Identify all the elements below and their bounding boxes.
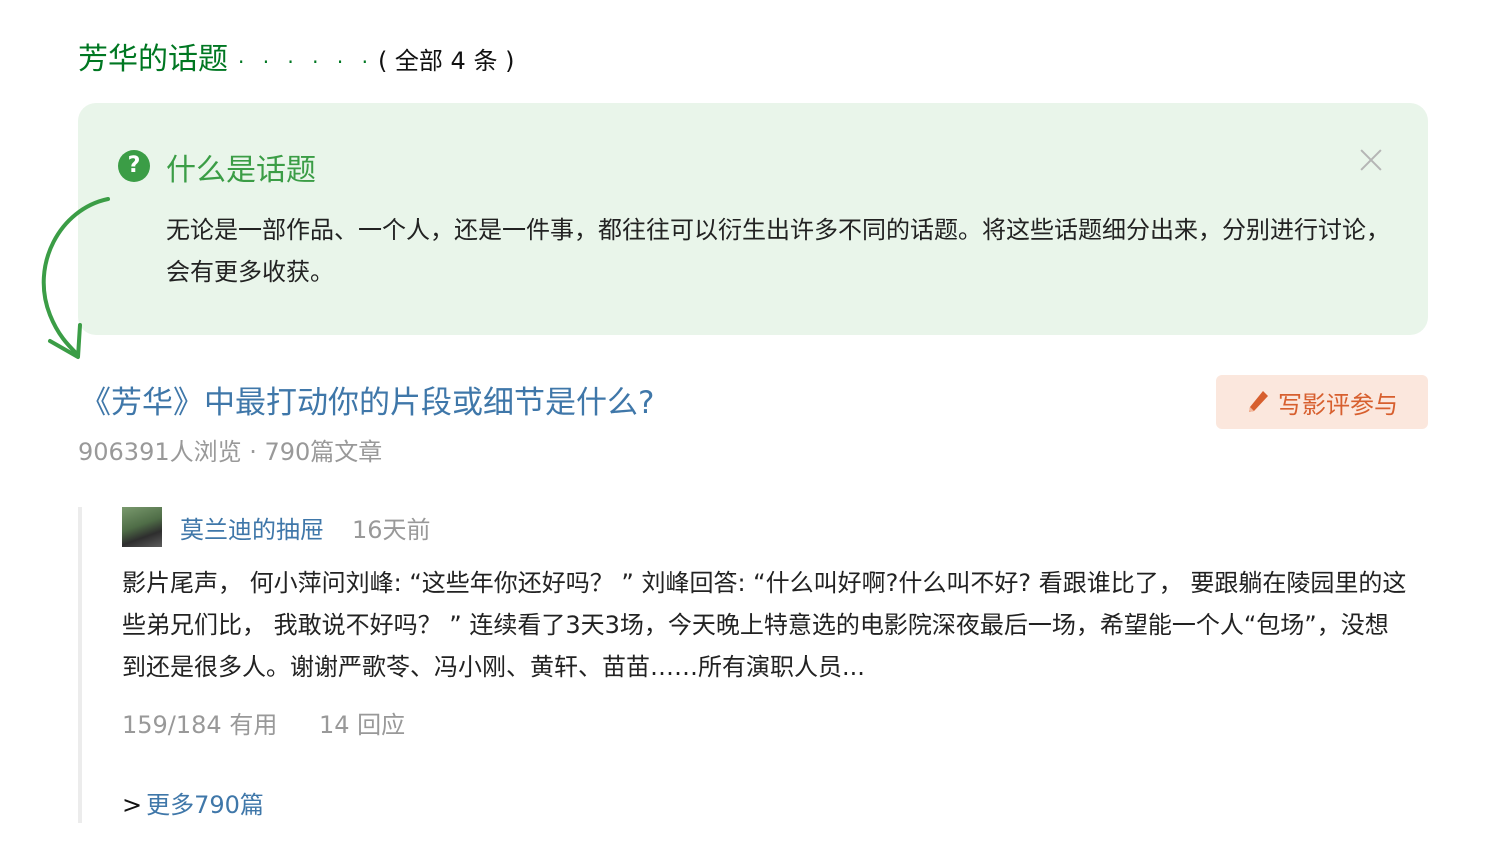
pencil-icon — [1249, 391, 1268, 412]
section-header: 芳华的话题 · · · · · · ( 全部 4 条 ) — [78, 34, 514, 78]
tip-title: 什么是话题 — [166, 153, 316, 188]
topic-meta: 906391人浏览 · 790篇文章 — [78, 438, 383, 466]
topic-title-link[interactable]: 《芳华》中最打动你的片段或细节是什么? — [80, 377, 654, 422]
review-stats: 159/184 有用 14 回应 — [122, 705, 405, 740]
review-item: 莫兰迪的抽屉 16天前 影片尾声， 何小萍问刘峰: “这些年你还好吗？ ” 刘峰… — [78, 507, 1422, 823]
write-review-label: 写影评参与 — [1278, 390, 1398, 419]
useful-count: 159/184 有用 — [122, 711, 278, 739]
curved-arrow-icon — [41, 197, 110, 359]
more-articles: > 更多790篇 — [122, 785, 264, 820]
what-is-topic-tip: ? 什么是话题 无论是一部作品、一个人，还是一件事，都往往可以衍生出许多不同的话… — [78, 103, 1428, 335]
tip-text: 无论是一部作品、一个人，还是一件事，都往往可以衍生出许多不同的话题。将这些话题细… — [166, 216, 1390, 286]
more-articles-link[interactable]: 更多790篇 — [146, 791, 264, 819]
author-name-link[interactable]: 莫兰迪的抽屉 — [180, 510, 324, 545]
avatar[interactable] — [122, 507, 162, 547]
close-icon[interactable] — [1356, 145, 1386, 175]
more-arrow: > — [122, 791, 143, 819]
section-dots: · · · · · · — [238, 50, 374, 74]
question-circle-icon: ? — [118, 150, 150, 182]
section-title: 芳华的话题 — [78, 42, 228, 77]
review-excerpt[interactable]: 影片尾声， 何小萍问刘峰: “这些年你还好吗？ ” 刘峰回答: “什么叫好啊?什… — [122, 562, 1412, 688]
write-review-button[interactable]: 写影评参与 — [1216, 375, 1428, 429]
reply-count[interactable]: 14 回应 — [319, 711, 405, 739]
section-count[interactable]: ( 全部 4 条 ) — [378, 41, 515, 76]
post-time: 16天前 — [352, 516, 431, 544]
